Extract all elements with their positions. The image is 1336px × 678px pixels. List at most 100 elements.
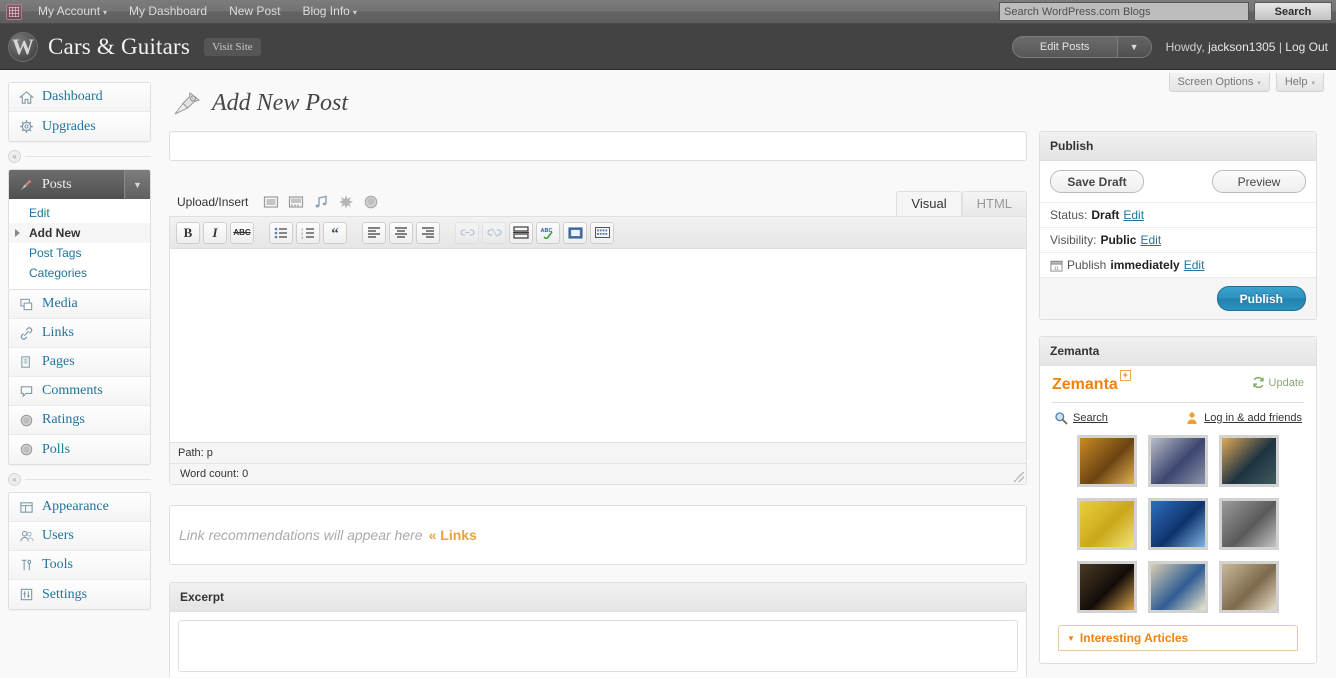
logout-link[interactable]: Log Out (1285, 40, 1328, 54)
kitchen-sink-icon[interactable] (590, 221, 614, 244)
tab-visual[interactable]: Visual (896, 191, 962, 216)
strikethrough-icon[interactable]: ABC (230, 221, 254, 244)
thumb-rusty-machine[interactable] (1077, 435, 1137, 487)
sidebar-item-label: Media (42, 296, 78, 311)
align-left-icon[interactable] (362, 221, 386, 244)
edit-posts-dropdown[interactable]: Edit Posts ▼ (1011, 36, 1152, 58)
status-value: Draft (1091, 208, 1120, 222)
visit-site-button[interactable]: Visit Site (204, 37, 261, 56)
submenu-item-edit[interactable]: Edit (9, 203, 150, 223)
sidebar-collapse-2[interactable]: « (8, 468, 151, 490)
sidebar-item-pages[interactable]: Pages (9, 348, 150, 377)
adminbar-item-my-account[interactable]: My Account ▾ (27, 0, 118, 24)
excerpt-box: Excerpt (169, 582, 1027, 677)
sidebar-item-links[interactable]: Links (9, 319, 150, 348)
adminbar-item-blog-info[interactable]: Blog Info ▾ (291, 0, 367, 24)
sidebar-item-media[interactable]: Media (9, 290, 150, 319)
sidebar-item-dashboard[interactable]: Dashboard (9, 83, 150, 112)
thumb-yellow-texture[interactable] (1077, 498, 1137, 550)
insert-link-icon[interactable] (455, 221, 479, 244)
search-input[interactable] (999, 2, 1249, 21)
add-video-icon[interactable] (288, 194, 304, 210)
align-right-icon[interactable] (416, 221, 440, 244)
sidebar-item-comments[interactable]: Comments (9, 377, 150, 406)
zemanta-brand-row: Zemanta + Update (1052, 370, 1304, 403)
links-shortcut[interactable]: « Links (429, 527, 477, 543)
edit-status-link[interactable]: Edit (1123, 208, 1144, 222)
bold-icon[interactable]: B (176, 221, 200, 244)
sidebar-item-posts[interactable]: Posts ▼ (9, 170, 150, 199)
thumb-cat-face[interactable] (1219, 561, 1279, 613)
excerpt-input[interactable] (178, 620, 1018, 672)
howdy-separator: | (1278, 40, 1282, 54)
sidebar-item-polls[interactable]: Polls (9, 435, 150, 464)
excerpt-title: Excerpt (170, 583, 1026, 612)
adminbar-item-my-dashboard[interactable]: My Dashboard (118, 0, 218, 23)
publish-row-visibility: Visibility: Public Edit (1040, 227, 1316, 252)
insert-more-tag-icon[interactable] (509, 221, 533, 244)
adminbar-item-label: My Account (38, 3, 101, 18)
zemanta-interesting-articles[interactable]: ▼ Interesting Articles (1058, 625, 1298, 651)
search-button[interactable]: Search (1254, 2, 1332, 21)
chevron-down-icon[interactable]: ▼ (124, 170, 150, 199)
zemanta-search-link[interactable]: Search (1054, 411, 1108, 425)
adminbar-search-area: Search (999, 2, 1332, 21)
add-media-icon[interactable] (338, 194, 354, 210)
edit-visibility-link[interactable]: Edit (1140, 233, 1161, 247)
thumb-gray-branch[interactable] (1219, 498, 1279, 550)
sidebar-item-tools[interactable]: Tools (9, 551, 150, 580)
add-image-icon[interactable] (263, 194, 279, 210)
zemanta-login-link[interactable]: Log in & add friends (1185, 411, 1302, 425)
sidebar-item-users[interactable]: Users (9, 522, 150, 551)
sidebar-collapse-1[interactable]: « (8, 145, 151, 167)
post-title-input[interactable] (169, 131, 1027, 161)
editor-content-area[interactable] (170, 249, 1026, 442)
align-center-icon[interactable] (389, 221, 413, 244)
blockquote-icon[interactable]: “ (323, 221, 347, 244)
fullscreen-icon[interactable] (563, 221, 587, 244)
thumb-blue-skyscraper[interactable] (1148, 498, 1208, 550)
save-draft-button[interactable]: Save Draft (1050, 170, 1144, 193)
resize-handle[interactable] (1014, 472, 1024, 482)
screen-options-tab[interactable]: Screen Options ▾ (1168, 73, 1270, 92)
submenu-item-post-tags[interactable]: Post Tags (9, 243, 150, 263)
wordpress-grid-icon[interactable] (6, 3, 22, 20)
numbered-list-icon[interactable]: 123 (296, 221, 320, 244)
spellcheck-icon[interactable]: ABC (536, 221, 560, 244)
preview-button[interactable]: Preview (1212, 170, 1306, 193)
zemanta-body: Zemanta + Update Search Log in & add fri… (1040, 366, 1316, 663)
sidebar-item-settings[interactable]: Settings (9, 580, 150, 609)
thumb-boat-sail[interactable] (1148, 561, 1208, 613)
collapse-icon[interactable]: « (8, 149, 21, 163)
help-tab[interactable]: Help ▾ (1275, 73, 1324, 92)
unlink-icon[interactable] (482, 221, 506, 244)
publish-row-schedule: 11 Publish immediately Edit (1040, 252, 1316, 277)
submenu-item-categories[interactable]: Categories (9, 263, 150, 283)
thumb-stadium-crowd[interactable] (1148, 435, 1208, 487)
italic-icon[interactable]: I (203, 221, 227, 244)
bulleted-list-icon[interactable] (269, 221, 293, 244)
zemanta-login-label: Log in & add friends (1204, 412, 1302, 424)
sidebar-item-label: Upgrades (42, 118, 96, 134)
divider (25, 478, 151, 480)
tab-html[interactable]: HTML (961, 191, 1027, 216)
publish-row-status: Status: Draft Edit (1040, 202, 1316, 227)
pushpin-icon (172, 91, 202, 117)
add-poll-icon[interactable] (363, 194, 379, 210)
thumb-pier-sunset[interactable] (1077, 561, 1137, 613)
zemanta-update-button[interactable]: Update (1252, 376, 1304, 389)
publish-button[interactable]: Publish (1216, 286, 1306, 311)
adminbar-item-new-post[interactable]: New Post (218, 0, 291, 23)
submenu-item-add-new[interactable]: Add New (9, 223, 150, 243)
add-audio-icon[interactable] (313, 194, 329, 210)
collapse-icon[interactable]: « (8, 472, 21, 486)
sidebar-item-appearance[interactable]: Appearance (9, 493, 150, 522)
thumb-sunset-field[interactable] (1219, 435, 1279, 487)
sidebar-item-ratings[interactable]: Ratings (9, 406, 150, 435)
zemanta-articles-label: Interesting Articles (1079, 631, 1189, 645)
editor-mode-tabs: Visual HTML (896, 188, 1027, 216)
edit-schedule-link[interactable]: Edit (1184, 258, 1205, 272)
editor-box: B I ABC 123 “ ABC Path: p Word count: 0 (169, 216, 1027, 485)
sidebar-item-upgrades[interactable]: Upgrades (9, 112, 150, 141)
page-title: Add New Post (212, 90, 348, 116)
